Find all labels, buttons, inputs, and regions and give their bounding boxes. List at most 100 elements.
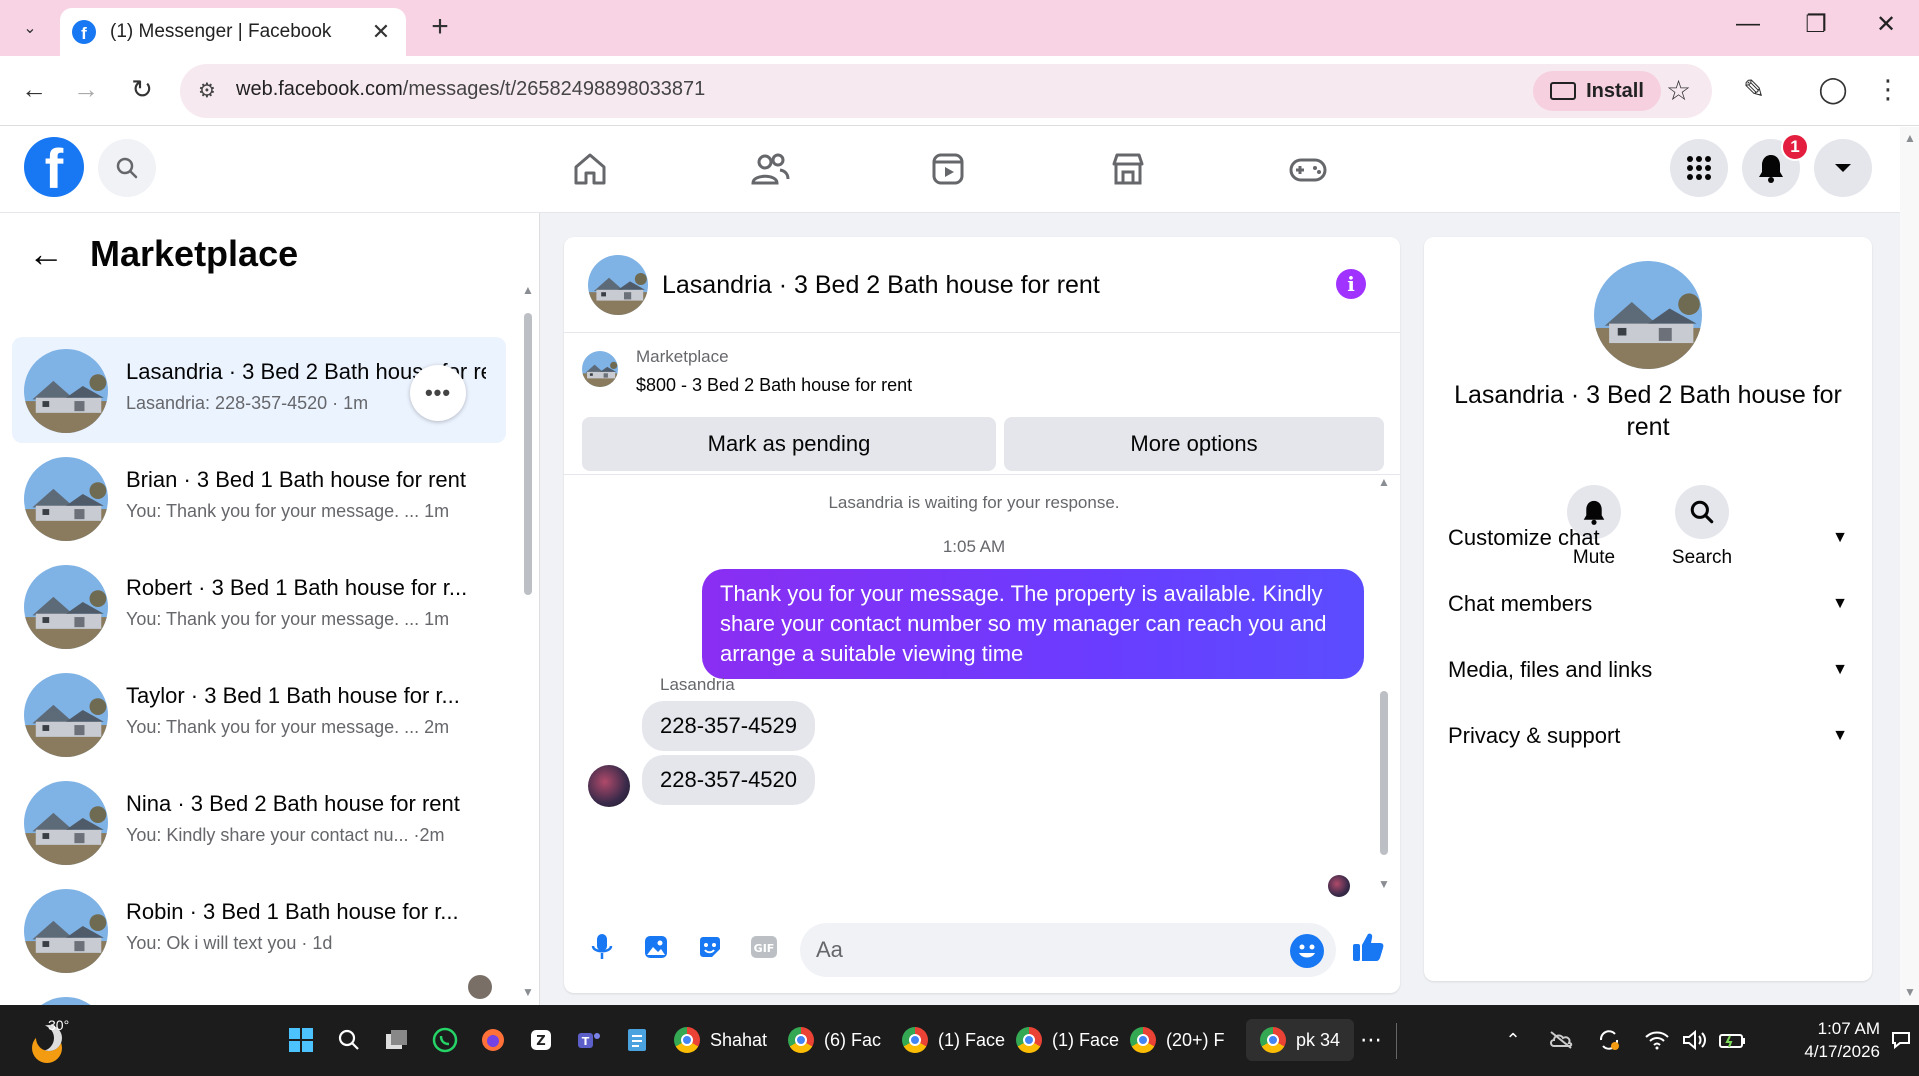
conversation-item[interactable]: Taylor · 3 Bed 1 Bath house for r... You:… <box>12 661 506 767</box>
volume-icon[interactable] <box>1680 1025 1710 1055</box>
back-arrow-icon[interactable]: ← <box>28 233 64 275</box>
scroll-up-arrow-icon[interactable]: ▲ <box>1904 131 1916 145</box>
whatsapp-icon[interactable] <box>430 1025 460 1055</box>
sender-avatar[interactable] <box>588 765 630 807</box>
tab-close-icon[interactable]: ✕ <box>368 19 394 45</box>
install-app-button[interactable]: Install <box>1533 71 1661 111</box>
address-bar[interactable]: ⚙ web.facebook.com/messages/t/2658249889… <box>180 64 1712 118</box>
video-nav-icon[interactable] <box>926 147 970 191</box>
taskbar-chrome-window[interactable]: (1) Face <box>1016 1019 1119 1061</box>
new-tab-plus-icon[interactable]: + <box>424 10 456 44</box>
gaming-nav-icon[interactable] <box>1286 147 1330 191</box>
home-nav-icon[interactable] <box>568 147 612 191</box>
chat-title[interactable]: Lasandria · 3 Bed 2 Bath house for rent <box>662 271 1100 300</box>
taskbar-chrome-window-active[interactable]: pk 34 <box>1246 1019 1355 1061</box>
conversation-item[interactable]: Nina · 3 Bed 2 Bath house for rent You: K… <box>12 769 506 875</box>
reload-icon[interactable]: ↻ <box>124 74 160 105</box>
emoji-icon[interactable] <box>1290 934 1324 968</box>
site-settings-icon[interactable]: ⚙ <box>194 78 220 104</box>
scrollbar-thumb[interactable] <box>1380 691 1388 855</box>
conversation-item[interactable]: Aubrey · 3 Bed 1 Bath house f...You: Ok … <box>12 985 506 1005</box>
sync-icon[interactable] <box>1594 1025 1624 1055</box>
weather-widget[interactable]: 30° <box>28 1017 72 1063</box>
notepad-icon[interactable] <box>622 1025 652 1055</box>
taskbar-search-icon[interactable] <box>334 1025 364 1055</box>
bookmark-star-icon[interactable]: ☆ <box>1666 74 1691 107</box>
message-input[interactable] <box>816 935 1276 965</box>
media-files-links-row[interactable]: Media, files and links ▼ <box>1448 645 1848 695</box>
conversation-scrollbar[interactable]: ▲ ▼ <box>522 283 534 1003</box>
listing-price[interactable]: $800 - 3 Bed 2 Bath house for rent <box>636 375 912 396</box>
more-windows-icon[interactable]: ⋯ <box>1356 1025 1386 1055</box>
attach-photo-icon[interactable] <box>636 927 676 967</box>
forward-arrow-icon[interactable]: → <box>68 74 104 105</box>
chat-avatar[interactable] <box>588 255 648 315</box>
sticker-icon[interactable] <box>690 927 730 967</box>
details-avatar[interactable] <box>1594 261 1702 369</box>
tab-search-chevron-icon[interactable]: ⌄ <box>14 12 46 44</box>
received-message-bubble[interactable]: 228-357-4529 <box>642 701 816 751</box>
scroll-down-arrow-icon[interactable]: ▼ <box>522 985 534 999</box>
show-hidden-icons-chevron-up-icon[interactable]: ⌃ <box>1498 1025 1528 1055</box>
windows-start-icon[interactable] <box>286 1025 316 1055</box>
svg-text:Z: Z <box>536 1034 545 1049</box>
back-arrow-icon[interactable]: ← <box>16 74 52 105</box>
system-clock[interactable]: 1:07 AM 4/17/2026 <box>1770 1017 1880 1063</box>
profile-icon[interactable]: ◯ <box>1815 74 1851 105</box>
task-view-icon[interactable] <box>382 1025 412 1055</box>
scroll-down-arrow-icon[interactable]: ▼ <box>1904 985 1916 999</box>
facebook-search-button[interactable] <box>98 139 156 197</box>
conversation-item[interactable]: Brian · 3 Bed 1 Bath house for rent You: … <box>12 445 506 551</box>
scroll-up-arrow-icon[interactable]: ▲ <box>522 283 534 297</box>
page-scrollbar[interactable]: ▲ ▼ <box>1900 127 1919 1005</box>
close-window-icon[interactable]: ✕ <box>1866 10 1906 39</box>
app-icon[interactable]: Z <box>526 1025 556 1055</box>
chat-members-row[interactable]: Chat members ▼ <box>1448 579 1848 629</box>
facebook-logo-icon[interactable]: f <box>24 137 84 197</box>
taskbar-chrome-window[interactable]: (6) Fac <box>788 1019 881 1061</box>
marketplace-nav-icon[interactable] <box>1106 147 1150 191</box>
friends-nav-icon[interactable] <box>748 147 792 191</box>
conversation-item[interactable]: Robin · 3 Bed 1 Bath house for r... You: … <box>12 877 506 983</box>
wifi-icon[interactable] <box>1642 1025 1672 1055</box>
conversation-item[interactable]: Lasandria · 3 Bed 2 Bath house for rent L… <box>12 337 506 443</box>
teams-icon[interactable]: T <box>574 1025 604 1055</box>
conversation-item[interactable]: Robert · 3 Bed 1 Bath house for r... You:… <box>12 553 506 659</box>
voice-clip-icon[interactable] <box>582 927 622 967</box>
listing-thumbnail[interactable] <box>582 351 618 387</box>
restore-window-icon[interactable]: ❐ <box>1796 10 1836 39</box>
battery-icon[interactable] <box>1718 1025 1748 1055</box>
taskbar-chrome-window[interactable]: (20+) F <box>1130 1019 1225 1061</box>
browser-tab-messenger[interactable]: f (1) Messenger | Facebook ✕ <box>60 8 406 56</box>
minimize-icon[interactable]: — <box>1728 10 1768 38</box>
mark-as-pending-button[interactable]: Mark as pending <box>582 417 996 471</box>
thread-scrollbar[interactable]: ▲ ▼ <box>1378 475 1390 905</box>
notification-center-icon[interactable] <box>1886 1025 1916 1055</box>
account-menu-button[interactable] <box>1814 139 1872 197</box>
sent-message-bubble[interactable]: Thank you for your message. The property… <box>702 569 1364 679</box>
message-input-box[interactable] <box>800 923 1336 977</box>
menu-grid-button[interactable] <box>1670 139 1728 197</box>
url-text[interactable]: web.facebook.com/messages/t/265824988980… <box>236 78 705 101</box>
chrome-icon <box>1260 1027 1286 1053</box>
scroll-down-arrow-icon[interactable]: ▼ <box>1378 877 1390 891</box>
taskbar-chrome-window[interactable]: Shahat <box>674 1019 767 1061</box>
chrome-menu-icon[interactable]: ⋮ <box>1870 74 1906 105</box>
thumbs-up-icon[interactable] <box>1348 927 1388 967</box>
scroll-up-arrow-icon[interactable]: ▲ <box>1378 475 1390 489</box>
extensions-icon[interactable]: ✎ <box>1736 74 1772 105</box>
received-message-bubble[interactable]: 228-357-4520 <box>642 755 816 805</box>
cloud-offline-icon[interactable] <box>1546 1025 1576 1055</box>
more-options-button[interactable]: More options <box>1004 417 1384 471</box>
customize-chat-row[interactable]: Customize chat ▼ <box>1448 513 1848 563</box>
scrollbar-thumb[interactable] <box>524 313 532 595</box>
firefox-icon[interactable] <box>478 1025 508 1055</box>
privacy-support-row[interactable]: Privacy & support ▼ <box>1448 711 1848 761</box>
conversation-more-options-button[interactable]: ••• <box>410 365 466 421</box>
svg-text:T: T <box>582 1035 590 1048</box>
taskbar-chrome-window[interactable]: (1) Face <box>902 1019 1005 1061</box>
clock-time: 1:07 AM <box>1817 1019 1880 1038</box>
facebook-favicon-icon: f <box>72 20 96 44</box>
gif-icon[interactable]: GIF <box>744 927 784 967</box>
info-icon[interactable]: i <box>1336 269 1366 299</box>
